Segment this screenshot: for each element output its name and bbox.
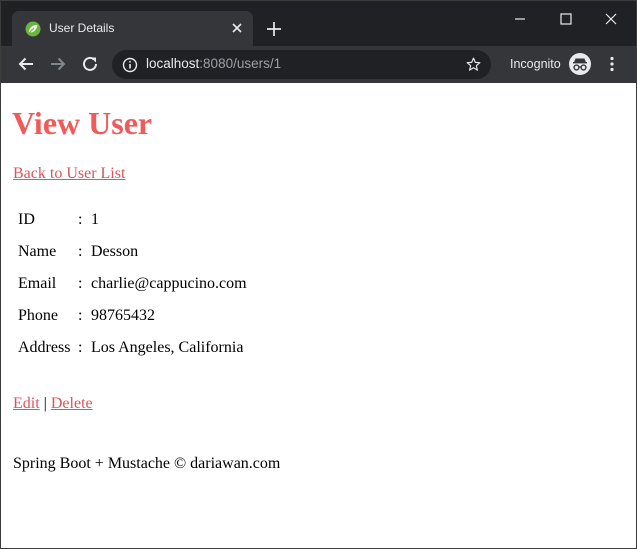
table-row: Phone : 98765432 <box>15 301 250 331</box>
close-icon[interactable] <box>601 9 621 29</box>
info-icon[interactable] <box>122 57 138 73</box>
back-arrow-icon[interactable] <box>16 54 36 74</box>
browser-toolbar: localhost:8080/users/1 Incognito <box>1 46 636 83</box>
url-path: :8080/users/1 <box>199 56 282 71</box>
back-to-user-list-link[interactable]: Back to User List <box>13 165 125 183</box>
detail-separator: : <box>78 211 83 228</box>
url-host: localhost <box>146 56 200 71</box>
detail-label: ID <box>18 211 35 228</box>
incognito-label: Incognito <box>510 57 561 71</box>
table-row: Name : Desson <box>15 237 250 267</box>
detail-label: Phone <box>18 307 58 324</box>
page-content: View User Back to User List ID : 1 Name … <box>1 83 636 548</box>
url-text[interactable]: localhost:8080/users/1 <box>146 56 281 71</box>
action-links: Edit | Delete <box>13 395 93 413</box>
detail-value: Desson <box>91 243 139 260</box>
close-icon[interactable] <box>229 20 245 36</box>
edit-link[interactable]: Edit <box>13 395 40 412</box>
detail-value: charlie@cappucino.com <box>91 275 247 292</box>
incognito-icon[interactable] <box>569 53 591 75</box>
spring-leaf-icon <box>25 21 41 37</box>
minimize-icon[interactable] <box>510 9 530 29</box>
detail-label: Name <box>18 243 57 260</box>
page-title: View User <box>12 105 153 141</box>
star-icon[interactable] <box>465 56 482 73</box>
detail-separator: : <box>78 339 83 356</box>
detail-value: 98765432 <box>91 307 155 324</box>
reload-icon[interactable] <box>80 54 100 74</box>
detail-value: 1 <box>91 211 99 228</box>
detail-value: Los Angeles, California <box>91 339 244 356</box>
more-vert-icon[interactable] <box>603 55 621 73</box>
user-details-table: ID : 1 Name : Desson Email : charlie@cap… <box>13 203 252 365</box>
table-row: Email : charlie@cappucino.com <box>15 269 250 299</box>
detail-label: Address <box>18 339 71 356</box>
address-bar[interactable]: localhost:8080/users/1 <box>112 50 491 79</box>
delete-link[interactable]: Delete <box>51 395 93 412</box>
tab-title: User Details <box>49 21 115 35</box>
table-row: Address : Los Angeles, California <box>15 333 250 363</box>
plus-icon[interactable] <box>265 20 283 38</box>
detail-separator: : <box>78 243 83 260</box>
maximize-icon[interactable] <box>556 9 576 29</box>
detail-separator: : <box>78 275 83 292</box>
footer-text: Spring Boot + Mustache © dariawan.com <box>13 455 281 472</box>
forward-arrow-icon[interactable] <box>48 54 68 74</box>
title-bar: User Details <box>1 1 636 46</box>
table-row: ID : 1 <box>15 205 250 235</box>
browser-window: User Details localhost:8080/users/1 Inco… <box>0 0 637 549</box>
tab-user-details[interactable]: User Details <box>12 11 253 46</box>
action-separator: | <box>39 395 51 412</box>
detail-label: Email <box>18 275 57 292</box>
detail-separator: : <box>78 307 83 324</box>
